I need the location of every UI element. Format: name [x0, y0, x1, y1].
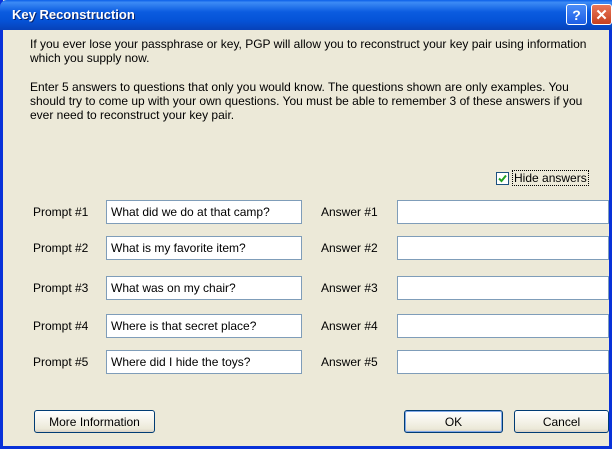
hide-answers-label: Hide answers: [512, 170, 589, 186]
question-row-3: Prompt #3 What was on my chair? Answer #…: [3, 276, 612, 300]
instructions-paragraph: Enter 5 answers to questions that only y…: [30, 80, 583, 122]
key-reconstruction-dialog: Key Reconstruction ? ✕ If you ever lose …: [0, 0, 612, 449]
intro-paragraph: If you ever lose your passphrase or key,…: [30, 37, 587, 65]
prompt-label-5: Prompt #5: [33, 355, 89, 369]
ok-button[interactable]: OK: [404, 410, 503, 433]
more-information-button[interactable]: More Information: [34, 410, 155, 433]
prompt-label-4: Prompt #4: [33, 319, 89, 333]
question-row-4: Prompt #4 Where is that secret place? An…: [3, 314, 612, 338]
answer-input-2[interactable]: [397, 236, 609, 260]
prompt-input-5[interactable]: Where did I hide the toys?: [106, 350, 302, 374]
answer-input-1[interactable]: [397, 200, 609, 224]
answer-label-4: Answer #4: [321, 319, 378, 333]
checkbox-box[interactable]: [496, 171, 509, 185]
prompt-label-2: Prompt #2: [33, 241, 89, 255]
prompt-input-2[interactable]: What is my favorite item?: [106, 236, 302, 260]
question-row-2: Prompt #2 What is my favorite item? Answ…: [3, 236, 612, 260]
close-button[interactable]: ✕: [591, 4, 612, 25]
prompt-label-3: Prompt #3: [33, 281, 89, 295]
window-title: Key Reconstruction: [12, 7, 135, 22]
title-bar[interactable]: Key Reconstruction ? ✕: [0, 0, 612, 30]
prompt-label-1: Prompt #1: [33, 205, 89, 219]
help-icon: ?: [572, 6, 581, 23]
answer-input-4[interactable]: [397, 314, 609, 338]
cancel-button[interactable]: Cancel: [514, 410, 609, 433]
question-row-1: Prompt #1 What did we do at that camp? A…: [3, 200, 612, 224]
answer-label-5: Answer #5: [321, 355, 378, 369]
answer-label-3: Answer #3: [321, 281, 378, 295]
help-button[interactable]: ?: [566, 4, 587, 25]
checkmark-icon: [498, 174, 507, 182]
close-icon: ✕: [595, 6, 608, 24]
hide-answers-checkbox[interactable]: Hide answers: [496, 170, 589, 186]
prompt-input-1[interactable]: What did we do at that camp?: [106, 200, 302, 224]
prompt-input-3[interactable]: What was on my chair?: [106, 276, 302, 300]
answer-input-3[interactable]: [397, 276, 609, 300]
answer-input-5[interactable]: [397, 350, 609, 374]
question-row-5: Prompt #5 Where did I hide the toys? Ans…: [3, 350, 612, 374]
answer-label-2: Answer #2: [321, 241, 378, 255]
prompt-input-4[interactable]: Where is that secret place?: [106, 314, 302, 338]
answer-label-1: Answer #1: [321, 205, 378, 219]
